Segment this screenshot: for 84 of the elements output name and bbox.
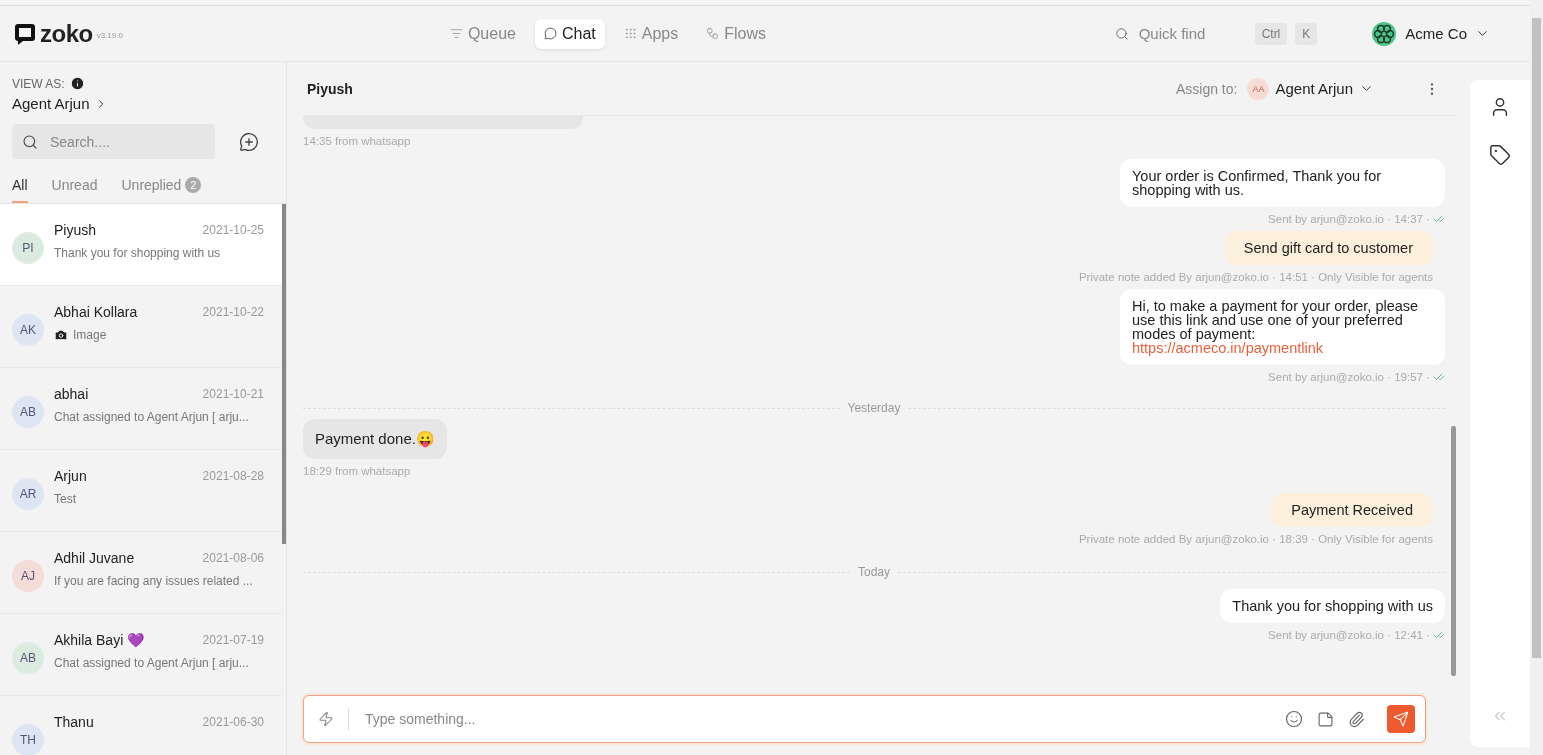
contact-name: Akhila Bayi 💜 bbox=[54, 632, 145, 648]
note-meta: Private note added By arjun@zoko.io · 14:51 · Only Visible for agents bbox=[1078, 271, 1434, 283]
search-box[interactable]: Search.... bbox=[12, 124, 215, 159]
message-input[interactable]: Type something... bbox=[363, 710, 1271, 728]
contact-avatar: AK bbox=[12, 314, 44, 346]
chat-date: 2021-08-28 bbox=[202, 469, 264, 483]
chat-bubble-icon bbox=[543, 27, 557, 40]
date-divider: Yesterday bbox=[847, 401, 901, 415]
private-note: Send gift card to customer bbox=[1223, 231, 1433, 265]
contact-avatar: PI bbox=[12, 232, 44, 264]
send-button[interactable] bbox=[1387, 705, 1415, 733]
message-bubble: Your order is Confirmed, Thank you for shopping with us. bbox=[1120, 159, 1445, 207]
chat-list-item[interactable]: TH Thanu 2021-06-30 bbox=[0, 696, 282, 755]
date-divider: Today bbox=[858, 565, 890, 579]
shortcut-key: K bbox=[1295, 22, 1318, 45]
info-icon bbox=[69, 76, 85, 91]
list-icon bbox=[449, 27, 463, 40]
chat-list-item[interactable]: AK Abhai Kollara 2021-10-22 Image bbox=[0, 286, 282, 368]
company-logo-icon bbox=[1371, 20, 1398, 47]
nav-tab[interactable]: Chat bbox=[534, 18, 605, 49]
chat-date: 2021-10-22 bbox=[202, 305, 264, 319]
view-as-label: VIEW AS: bbox=[12, 76, 65, 91]
message-meta: Sent by arjun@zoko.io · 14:37 · bbox=[1268, 213, 1430, 225]
message-meta: 18:29 from whatsapp bbox=[303, 465, 411, 477]
grid-icon bbox=[623, 27, 637, 40]
chat-date: 2021-10-21 bbox=[202, 387, 264, 401]
message-bubble: Payment done.😛 bbox=[303, 419, 447, 459]
tag-icon[interactable] bbox=[1489, 144, 1511, 166]
contact-avatar: AJ bbox=[12, 560, 44, 592]
logo-icon bbox=[14, 21, 36, 46]
chat-date: 2021-10-25 bbox=[202, 223, 264, 237]
sticker-icon[interactable] bbox=[1317, 710, 1334, 728]
contact-name: Thanu bbox=[54, 714, 94, 730]
app-logo: zoko bbox=[40, 19, 93, 48]
message-preview: If you are facing any issues related ... bbox=[54, 574, 253, 588]
contact-name: abhai bbox=[54, 386, 89, 402]
send-icon bbox=[1393, 711, 1409, 727]
agent-selector[interactable]: Agent Arjun bbox=[12, 95, 274, 112]
search-icon bbox=[1114, 26, 1129, 41]
search-field[interactable]: Search.... bbox=[48, 132, 205, 151]
scrollbar-thumb[interactable] bbox=[1532, 18, 1541, 658]
message-bubble: Hi, to make a payment for your order, please use this link and use one of your preferred modes of payment: https://acmeco.in/paymentlink bbox=[1120, 289, 1445, 365]
message-composer[interactable]: Type something... bbox=[303, 695, 1426, 743]
contact-avatar: TH bbox=[12, 724, 44, 755]
lightning-icon[interactable] bbox=[318, 711, 334, 727]
quick-find-field[interactable]: Quick find bbox=[1136, 24, 1247, 43]
message-meta: Sent by arjun@zoko.io · 19:57 · bbox=[1268, 371, 1430, 383]
shortcut-key: Ctrl bbox=[1254, 22, 1288, 45]
chat-list-item[interactable]: AR Arjun 2021-08-28 Test bbox=[0, 450, 282, 532]
flow-icon bbox=[706, 27, 720, 40]
paperclip-icon[interactable] bbox=[1348, 710, 1365, 728]
contact-name: Piyush bbox=[307, 80, 353, 97]
message-meta: 14:35 from whatsapp bbox=[303, 135, 411, 147]
contact-name: Abhai Kollara bbox=[54, 304, 138, 320]
chat-date: 2021-06-30 bbox=[202, 715, 264, 729]
new-chat-icon[interactable] bbox=[239, 131, 259, 152]
chat-date: 2021-08-06 bbox=[202, 551, 264, 565]
chat-list-item[interactable]: PI Piyush 2021-10-25 Thank you for shopping with us bbox=[0, 204, 282, 286]
chat-list-item[interactable]: AJ Adhil Juvane 2021-08-06 If you are facing any issues related ... bbox=[0, 532, 282, 614]
search-icon bbox=[22, 133, 38, 150]
message-preview: Image bbox=[73, 328, 107, 342]
contact-name: Adhil Juvane bbox=[54, 550, 135, 566]
count-badge: 2 bbox=[185, 177, 202, 193]
message-preview: Chat assigned to Agent Arjun [ arju... bbox=[54, 410, 249, 424]
emoji-icon[interactable] bbox=[1285, 710, 1303, 728]
assign-label: Assign to: bbox=[1175, 80, 1238, 97]
chat-list-item[interactable]: AB abhai 2021-10-21 Chat assigned to Agent Arjun [ arju... bbox=[0, 368, 282, 450]
message-preview: Test bbox=[54, 492, 76, 506]
contact-avatar: AR bbox=[12, 478, 44, 510]
chat-date: 2021-07-19 bbox=[202, 633, 264, 647]
version-label: v3.19.0 bbox=[96, 31, 123, 40]
message-preview: Thank you for shopping with us bbox=[54, 246, 221, 260]
contact-name: Arjun bbox=[54, 468, 87, 484]
note-meta: Private note added By arjun@zoko.io · 18:39 · Only Visible for agents bbox=[1078, 533, 1434, 545]
contact-name: Piyush bbox=[54, 222, 97, 238]
message-meta: Sent by arjun@zoko.io · 12:41 · bbox=[1268, 629, 1430, 641]
account-switcher[interactable]: Acme Co bbox=[1365, 19, 1496, 48]
message-preview: Chat assigned to Agent Arjun [ arju... bbox=[54, 656, 249, 670]
message-bubble: Thank you for shopping with us bbox=[1220, 589, 1445, 623]
contact-avatar: AB bbox=[12, 396, 44, 428]
chat-list-item[interactable]: AB Akhila Bayi 💜 2021-07-19 Chat assigned to Agent Arjun [ arju... bbox=[0, 614, 282, 696]
assignee-selector[interactable]: AA Agent Arjun bbox=[1247, 77, 1374, 100]
private-note: Payment Received bbox=[1271, 493, 1433, 527]
contact-avatar: AB bbox=[12, 642, 44, 674]
